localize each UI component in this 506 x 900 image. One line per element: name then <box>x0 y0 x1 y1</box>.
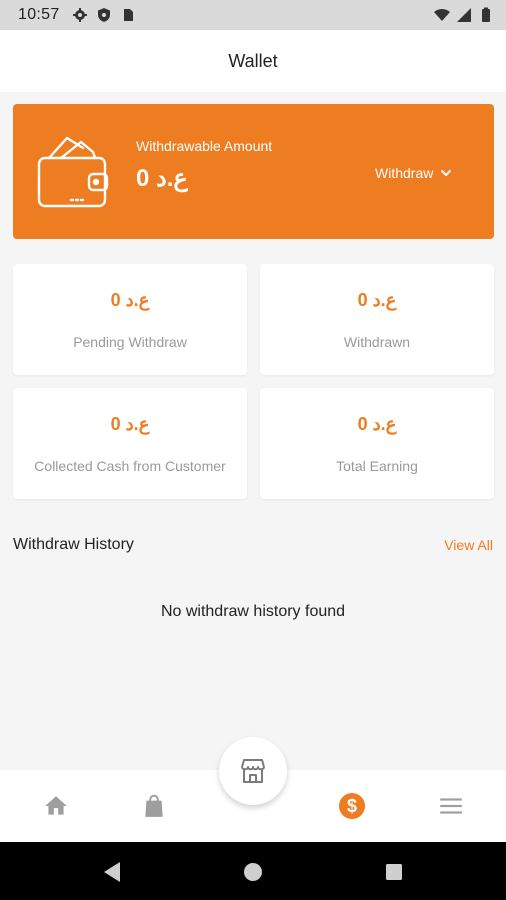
system-back-button[interactable] <box>101 861 123 883</box>
dollar-icon: $ <box>339 793 365 819</box>
sim-card-icon <box>123 9 133 21</box>
stat-value: ع.د 0 <box>357 290 397 310</box>
status-bar: 10:57 <box>0 0 506 30</box>
stat-label: Withdrawn <box>343 334 411 350</box>
withdraw-button[interactable]: Withdraw <box>375 162 453 184</box>
store-button[interactable] <box>219 737 287 805</box>
stat-card-pending-withdraw: ع.د 0 Pending Withdraw <box>13 264 247 375</box>
stat-card-total-earning: ع.د 0 Total Earning <box>260 388 494 499</box>
system-navigation-bar <box>0 842 506 900</box>
stat-value: ع.د 0 <box>357 414 397 434</box>
stat-label: Collected Cash from Customer <box>34 458 226 474</box>
stat-value: ع.د 0 <box>110 414 150 434</box>
page-title: Wallet <box>228 50 278 71</box>
store-icon <box>241 759 265 783</box>
withdraw-label: Withdraw <box>375 165 434 181</box>
wifi-icon <box>434 9 450 21</box>
shopping-bag-icon <box>145 794 163 817</box>
wallet-card: Withdrawable Amount ع.د 0 Withdraw <box>13 104 494 239</box>
nav-wallet[interactable]: $ <box>338 792 366 820</box>
stat-value: ع.د 0 <box>110 290 150 310</box>
nav-home[interactable] <box>42 792 70 820</box>
withdrawable-amount-label: Withdrawable Amount <box>136 138 273 154</box>
view-all-link[interactable]: View All <box>444 537 493 553</box>
chevron-down-icon <box>441 170 452 176</box>
system-recents-button[interactable] <box>383 861 405 883</box>
menu-icon <box>440 798 462 814</box>
recents-icon <box>386 864 402 880</box>
system-home-button[interactable] <box>242 861 264 883</box>
nav-orders[interactable] <box>140 792 168 820</box>
withdraw-history-title: Withdraw History <box>13 536 134 553</box>
wallet-icon <box>37 136 109 208</box>
signal-icon <box>457 8 471 22</box>
svg-text:$: $ <box>347 796 357 816</box>
withdrawable-amount-value: ع.د 0 <box>136 165 188 192</box>
stat-label: Total Earning <box>336 458 418 474</box>
stat-label: Pending Withdraw <box>73 334 187 350</box>
nav-menu[interactable] <box>437 792 465 820</box>
stat-card-withdrawn: ع.د 0 Withdrawn <box>260 264 494 375</box>
status-time: 10:57 <box>18 6 60 23</box>
shield-icon <box>97 8 110 22</box>
home-circle-icon <box>244 863 262 881</box>
empty-history-message: No withdraw history found <box>160 603 346 620</box>
home-icon <box>45 796 67 815</box>
back-icon <box>104 862 120 882</box>
gear-icon <box>72 8 87 22</box>
battery-icon <box>482 7 490 22</box>
app-bar: Wallet <box>0 30 506 92</box>
stat-card-collected-cash: ع.د 0 Collected Cash from Customer <box>13 388 247 499</box>
